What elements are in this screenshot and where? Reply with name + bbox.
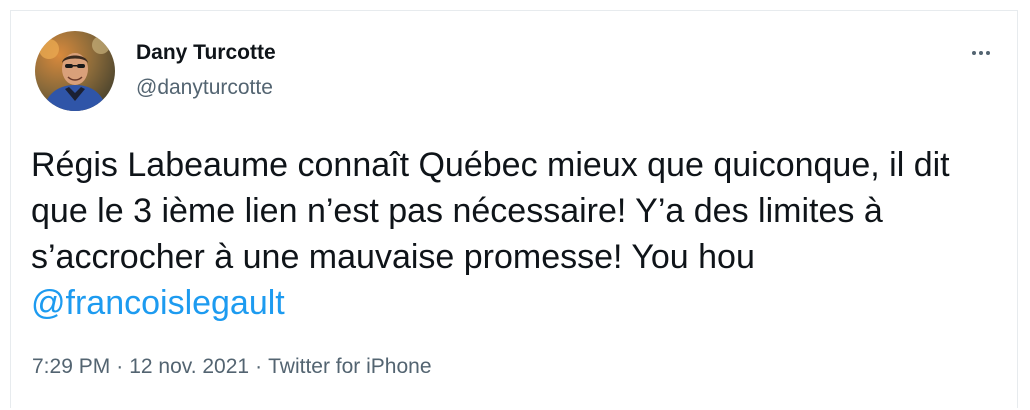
more-horizontal-icon-dot <box>986 51 990 55</box>
avatar-photo <box>35 31 115 111</box>
more-horizontal-icon-dot <box>979 51 983 55</box>
avatar[interactable] <box>35 31 115 111</box>
tweet-card: Dany Turcotte @danyturcotte Régis Labeau… <box>10 10 1018 408</box>
author-display-name[interactable]: Dany Turcotte <box>136 40 276 66</box>
tweet-date[interactable]: 12 nov. 2021 <box>129 355 249 378</box>
tweet-body: Régis Labeaume connaît Québec mieux que … <box>31 146 950 276</box>
tweet-meta: 7:29 PM · 12 nov. 2021 · Twitter for iPhone <box>32 354 432 380</box>
meta-separator: · <box>255 355 263 378</box>
tweet-source[interactable]: Twitter for iPhone <box>268 355 431 378</box>
mention-link[interactable]: @francoislegault <box>31 284 285 322</box>
more-horizontal-icon-dot <box>972 51 976 55</box>
meta-separator: · <box>116 355 124 378</box>
tweet-time[interactable]: 7:29 PM <box>32 355 110 378</box>
more-options-button[interactable] <box>963 38 999 68</box>
author-handle[interactable]: @danyturcotte <box>136 75 273 101</box>
tweet-text: Régis Labeaume connaît Québec mieux que … <box>31 142 991 326</box>
